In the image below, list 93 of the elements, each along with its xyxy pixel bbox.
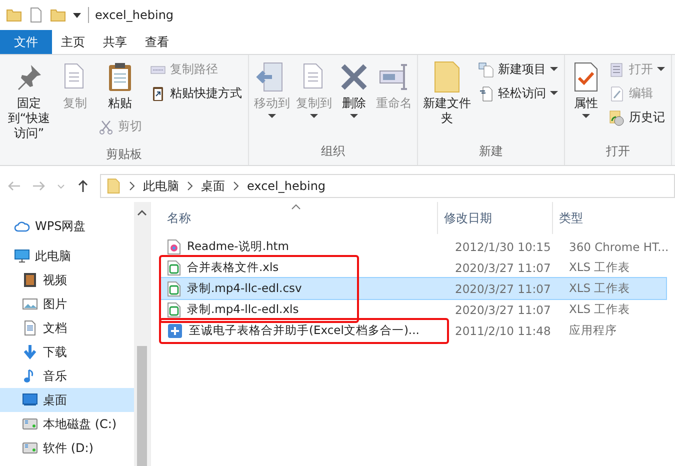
ribbon-tab[interactable]: 共享 <box>94 30 136 54</box>
file-row[interactable]: 至诚电子表格合并助手(Excel文档多合一)... 2011/2/10 11:48 应用程序 <box>161 320 666 341</box>
caret-icon <box>310 114 318 119</box>
sidebar-item[interactable]: 下载 <box>0 340 134 364</box>
group-label: 新建 <box>478 143 504 160</box>
breadcrumb[interactable]: excel_hebing <box>247 179 326 193</box>
type-cell-text: XLS 工作表 <box>568 260 632 275</box>
desktop-icon <box>22 392 38 408</box>
spreadsheet-file-icon <box>167 280 181 296</box>
chevron-icon <box>129 181 135 191</box>
ribbon-button[interactable]: 历史记 <box>606 107 668 128</box>
sidebar-item[interactable]: 图片 <box>0 292 134 316</box>
chevron-icon <box>187 181 193 191</box>
file-name: 录制.mp4-llc-edl.xls <box>187 302 299 317</box>
ribbon-button[interactable]: 删除 <box>336 59 372 121</box>
type-cell-text: XLS 工作表 <box>568 302 632 317</box>
address-bar[interactable]: 此电脑 桌面 excel_hebing <box>100 174 675 198</box>
caret-icon <box>657 67 665 72</box>
column-header[interactable]: 名称 <box>161 210 437 226</box>
file-row[interactable]: 录制.mp4-llc-edl.xls 2020/3/27 11:07 XLS 工作表 <box>161 299 666 320</box>
sidebar-item[interactable]: 视频 <box>0 268 134 292</box>
sidebar-item[interactable]: 此电脑 <box>0 244 134 268</box>
date-cell-text: 2011/2/10 11:48 <box>454 324 552 338</box>
column-header[interactable]: 修改日期 <box>437 202 552 234</box>
type-cell-text: 应用程序 <box>568 323 618 338</box>
file-name: 合并表格文件.xls <box>187 260 279 275</box>
ribbon-button[interactable]: 新建文件夹 <box>421 59 473 128</box>
breadcrumb[interactable]: 此电脑 <box>143 178 179 194</box>
sidebar-item[interactable]: 本地磁盘 (C:) <box>0 412 134 436</box>
window-title: excel_hebing <box>95 8 174 22</box>
ribbon-button[interactable]: 轻松访问 <box>475 83 561 104</box>
application-icon <box>167 322 183 338</box>
scroll-up-icon[interactable] <box>137 210 147 216</box>
file-name: 录制.mp4-llc-edl.csv <box>187 281 302 296</box>
drive-icon <box>22 440 38 456</box>
spreadsheet-file-icon <box>167 260 181 276</box>
ribbon-button[interactable]: 固定到“快速访问” <box>3 59 55 143</box>
folder-icon[interactable] <box>50 7 66 23</box>
date-cell-text: 2020/3/27 11:07 <box>454 302 552 316</box>
shortcut-icon <box>150 86 166 102</box>
date-cell-text: 2020/3/27 11:07 <box>454 260 552 274</box>
computer-icon <box>14 248 30 264</box>
caret-icon <box>268 114 276 119</box>
film-icon <box>22 272 38 288</box>
folder-icon <box>6 7 22 23</box>
edit-icon <box>609 86 625 102</box>
date-cell-text: 2012/1/30 10:15 <box>454 240 552 254</box>
scrollbar-thumb[interactable] <box>137 346 147 466</box>
download-icon <box>22 344 38 360</box>
caret-icon[interactable] <box>72 10 82 20</box>
open-icon <box>609 62 625 78</box>
caret-icon <box>550 67 558 72</box>
ribbon-button[interactable]: 新建项目 <box>475 59 561 80</box>
column-header[interactable]: 类型 <box>552 202 675 234</box>
document-icon[interactable] <box>28 7 44 23</box>
file-tab[interactable]: 文件 <box>0 30 52 54</box>
spreadsheet-file-icon <box>167 302 181 318</box>
file-name: 至诚电子表格合并助手(Excel文档多合一)... <box>189 323 420 338</box>
ribbon-button[interactable]: 属性 <box>568 59 604 121</box>
breadcrumb[interactable]: 桌面 <box>201 178 225 194</box>
ribbon-tab[interactable]: 查看 <box>136 30 178 54</box>
chevron-icon <box>233 181 239 191</box>
scrollbar[interactable] <box>134 202 150 466</box>
caret-icon <box>550 91 558 96</box>
type-cell-text: XLS 工作表 <box>568 281 632 296</box>
group-label: 剪贴板 <box>105 146 143 163</box>
file-name: Readme-说明.htm <box>187 239 289 254</box>
sidebar-item[interactable]: WPS网盘 <box>0 214 134 238</box>
file-row[interactable]: 录制.mp4-llc-edl.csv 2020/3/27 11:07 XLS 工作表 <box>161 278 666 299</box>
folder-icon <box>107 178 121 194</box>
group-label: 组织 <box>320 143 346 160</box>
ribbon-tab[interactable]: 主页 <box>52 30 94 54</box>
caret-icon <box>582 114 590 119</box>
new-item-icon <box>478 62 494 78</box>
document-icon <box>22 320 38 336</box>
sidebar-item[interactable]: 音乐 <box>0 364 134 388</box>
picture-icon <box>22 296 38 312</box>
group-label: 打开 <box>605 143 631 160</box>
sidebar-item[interactable]: 软件 (D:) <box>0 436 134 460</box>
type-cell-text: 360 Chrome HT... <box>568 240 669 254</box>
file-row[interactable]: Readme-说明.htm 2012/1/30 10:15 360 Chrome HT... <box>161 236 666 257</box>
sidebar-item[interactable]: 文档 <box>0 316 134 340</box>
date-cell-text: 2020/3/27 11:07 <box>454 282 552 296</box>
scissors-icon <box>98 118 114 134</box>
sidebar-item[interactable]: 桌面 <box>0 388 134 412</box>
ribbon-button[interactable]: 粘贴快捷方式 <box>147 83 245 104</box>
caret-icon <box>350 114 358 119</box>
sort-caret-icon <box>291 204 301 210</box>
web-file-icon <box>167 238 181 254</box>
rename-icon <box>378 61 410 93</box>
file-row[interactable]: 合并表格文件.xls 2020/3/27 11:07 XLS 工作表 <box>161 257 666 278</box>
drive-icon <box>22 416 38 432</box>
ribbon-button[interactable]: 粘贴 <box>95 59 145 113</box>
